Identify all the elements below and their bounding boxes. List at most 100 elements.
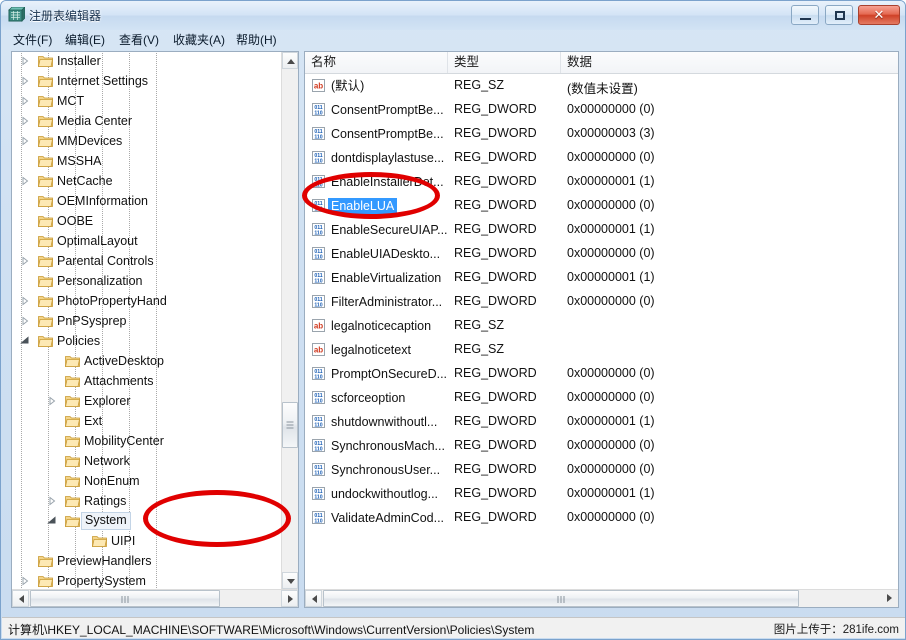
value-row[interactable]: 011110EnableUIADeskto...REG_DWORD0x00000… <box>305 242 898 266</box>
value-row[interactable]: 011110EnableVirtualizationREG_DWORD0x000… <box>305 266 898 290</box>
tree-item-activedesktop[interactable]: ActiveDesktop <box>12 351 281 371</box>
expand-toggle-icon[interactable] <box>20 316 30 326</box>
tree-indent-guide <box>102 52 103 71</box>
tree-item-mobilitycenter[interactable]: MobilityCenter <box>12 431 281 451</box>
tree-item-media-center[interactable]: Media Center <box>12 111 281 131</box>
values-scroll-right-button[interactable] <box>881 590 898 607</box>
tree-item-mssha[interactable]: MSSHA <box>12 151 281 171</box>
folder-icon <box>65 354 80 368</box>
expand-toggle-icon[interactable] <box>20 136 30 146</box>
value-row[interactable]: 011110ConsentPromptBe...REG_DWORD0x00000… <box>305 98 898 122</box>
tree-item-internet-settings[interactable]: Internet Settings <box>12 71 281 91</box>
expand-toggle-icon[interactable] <box>47 396 57 406</box>
tree-item-previewhandlers[interactable]: PreviewHandlers <box>12 551 281 571</box>
tree-item-nonenum[interactable]: NonEnum <box>12 471 281 491</box>
values-list[interactable]: ab(默认)REG_SZ(数值未设置)011110ConsentPromptBe… <box>305 74 898 589</box>
value-row[interactable]: 011110EnableInstallerDet...REG_DWORD0x00… <box>305 170 898 194</box>
tree-item-parental-controls[interactable]: Parental Controls <box>12 251 281 271</box>
collapse-toggle-icon[interactable] <box>20 336 30 346</box>
folder-icon <box>38 254 53 268</box>
tree-item-photopropertyhand[interactable]: PhotoPropertyHand <box>12 291 281 311</box>
value-row[interactable]: 011110EnableSecureUIAP...REG_DWORD0x0000… <box>305 218 898 242</box>
tree-item-oobe[interactable]: OOBE <box>12 211 281 231</box>
tree-item-netcache[interactable]: NetCache <box>12 171 281 191</box>
tree-item-installer[interactable]: Installer <box>12 52 281 71</box>
tree-item-attachments[interactable]: Attachments <box>12 371 281 391</box>
tree-item-pnpsysprep[interactable]: PnPSysprep <box>12 311 281 331</box>
tree-item-optimallayout[interactable]: OptimalLayout <box>12 231 281 251</box>
values-hscroll-thumb[interactable] <box>323 590 799 607</box>
tree-item-network[interactable]: Network <box>12 451 281 471</box>
tree-scroll-up-button[interactable] <box>282 52 298 69</box>
expand-toggle-icon[interactable] <box>20 176 30 186</box>
tree-item-label: System <box>81 512 131 530</box>
value-row[interactable]: 011110FilterAdministrator...REG_DWORD0x0… <box>305 290 898 314</box>
dword-value-icon: 011110 <box>311 222 326 237</box>
tree-scroll-left-button[interactable] <box>12 590 29 607</box>
tree-hscroll-thumb[interactable] <box>30 590 220 607</box>
menu-item-edit[interactable]: 编辑(E) <box>60 32 110 49</box>
value-row[interactable]: 011110scforceoptionREG_DWORD0x00000000 (… <box>305 386 898 410</box>
tree-scroll-down-button[interactable] <box>282 572 298 589</box>
expand-toggle-icon[interactable] <box>47 496 57 506</box>
expand-toggle-icon[interactable] <box>20 76 30 86</box>
value-type: REG_DWORD <box>454 126 537 140</box>
value-row[interactable]: 011110undockwithoutlog...REG_DWORD0x0000… <box>305 482 898 506</box>
value-row[interactable]: 011110shutdownwithoutl...REG_DWORD0x0000… <box>305 410 898 434</box>
tree-item-ext[interactable]: Ext <box>12 411 281 431</box>
tree-item-explorer[interactable]: Explorer <box>12 391 281 411</box>
collapse-toggle-icon[interactable] <box>47 516 57 526</box>
tree-horizontal-scrollbar[interactable] <box>12 589 298 607</box>
tree-item-ratings[interactable]: Ratings <box>12 491 281 511</box>
expand-toggle-icon[interactable] <box>20 116 30 126</box>
close-button[interactable]: ✕ <box>858 5 900 25</box>
tree-indent-guide <box>21 191 22 211</box>
tree-indent-guide <box>102 151 103 171</box>
menu-item-view[interactable]: 查看(V) <box>114 32 164 49</box>
tree-item-policies[interactable]: Policies <box>12 331 281 351</box>
value-row[interactable]: 011110ConsentPromptBe...REG_DWORD0x00000… <box>305 122 898 146</box>
window-controls: ✕ <box>789 5 900 26</box>
menu-item-file[interactable]: 文件(F) <box>8 32 57 49</box>
value-row[interactable]: 011110PromptOnSecureD...REG_DWORD0x00000… <box>305 362 898 386</box>
minimize-button[interactable] <box>791 5 819 25</box>
value-row[interactable]: 011110ValidateAdminCod...REG_DWORD0x0000… <box>305 506 898 530</box>
value-row[interactable]: 011110dontdisplaylastuse...REG_DWORD0x00… <box>305 146 898 170</box>
maximize-button[interactable] <box>825 5 853 25</box>
tree-item-system[interactable]: System <box>12 511 281 531</box>
svg-text:110: 110 <box>314 182 322 188</box>
tree-item-oeminformation[interactable]: OEMInformation <box>12 191 281 211</box>
values-horizontal-scrollbar[interactable] <box>305 589 898 607</box>
tree-indent-guide <box>129 131 130 151</box>
column-header-name[interactable]: 名称 <box>305 52 448 73</box>
svg-text:ab: ab <box>314 82 323 91</box>
expand-toggle-icon[interactable] <box>20 576 30 586</box>
tree-indent-guide <box>156 52 157 71</box>
expand-toggle-icon[interactable] <box>20 256 30 266</box>
column-header-type[interactable]: 类型 <box>448 52 561 73</box>
tree-item-mct[interactable]: MCT <box>12 91 281 111</box>
value-row[interactable]: 011110SynchronousUser...REG_DWORD0x00000… <box>305 458 898 482</box>
expand-toggle-icon[interactable] <box>20 296 30 306</box>
tree-item-mmdevices[interactable]: MMDevices <box>12 131 281 151</box>
tree-item-personalization[interactable]: Personalization <box>12 271 281 291</box>
value-row[interactable]: ablegalnoticetextREG_SZ <box>305 338 898 362</box>
tree-item-propertysystem[interactable]: PropertySystem <box>12 571 281 589</box>
tree-indent-guide <box>156 151 157 171</box>
registry-tree[interactable]: InstallerInternet SettingsMCTMedia Cente… <box>12 52 281 589</box>
value-row[interactable]: ab(默认)REG_SZ(数值未设置) <box>305 74 898 98</box>
value-row[interactable]: 011110SynchronousMach...REG_DWORD0x00000… <box>305 434 898 458</box>
tree-vertical-scrollbar[interactable] <box>281 52 298 589</box>
tree-scroll-right-button[interactable] <box>281 590 298 607</box>
values-scroll-left-button[interactable] <box>305 590 322 607</box>
menu-item-favorites[interactable]: 收藏夹(A) <box>168 32 230 49</box>
tree-scroll-thumb[interactable] <box>282 402 298 448</box>
value-row[interactable]: ablegalnoticecaptionREG_SZ <box>305 314 898 338</box>
tree-item-uipi[interactable]: UIPI <box>12 531 281 551</box>
expand-toggle-icon[interactable] <box>20 56 30 66</box>
tree-indent-guide <box>156 131 157 151</box>
menu-item-help[interactable]: 帮助(H) <box>231 32 282 49</box>
value-row[interactable]: 011110EnableLUAREG_DWORD0x00000000 (0) <box>305 194 898 218</box>
column-header-data[interactable]: 数据 <box>561 52 898 73</box>
expand-toggle-icon[interactable] <box>20 96 30 106</box>
